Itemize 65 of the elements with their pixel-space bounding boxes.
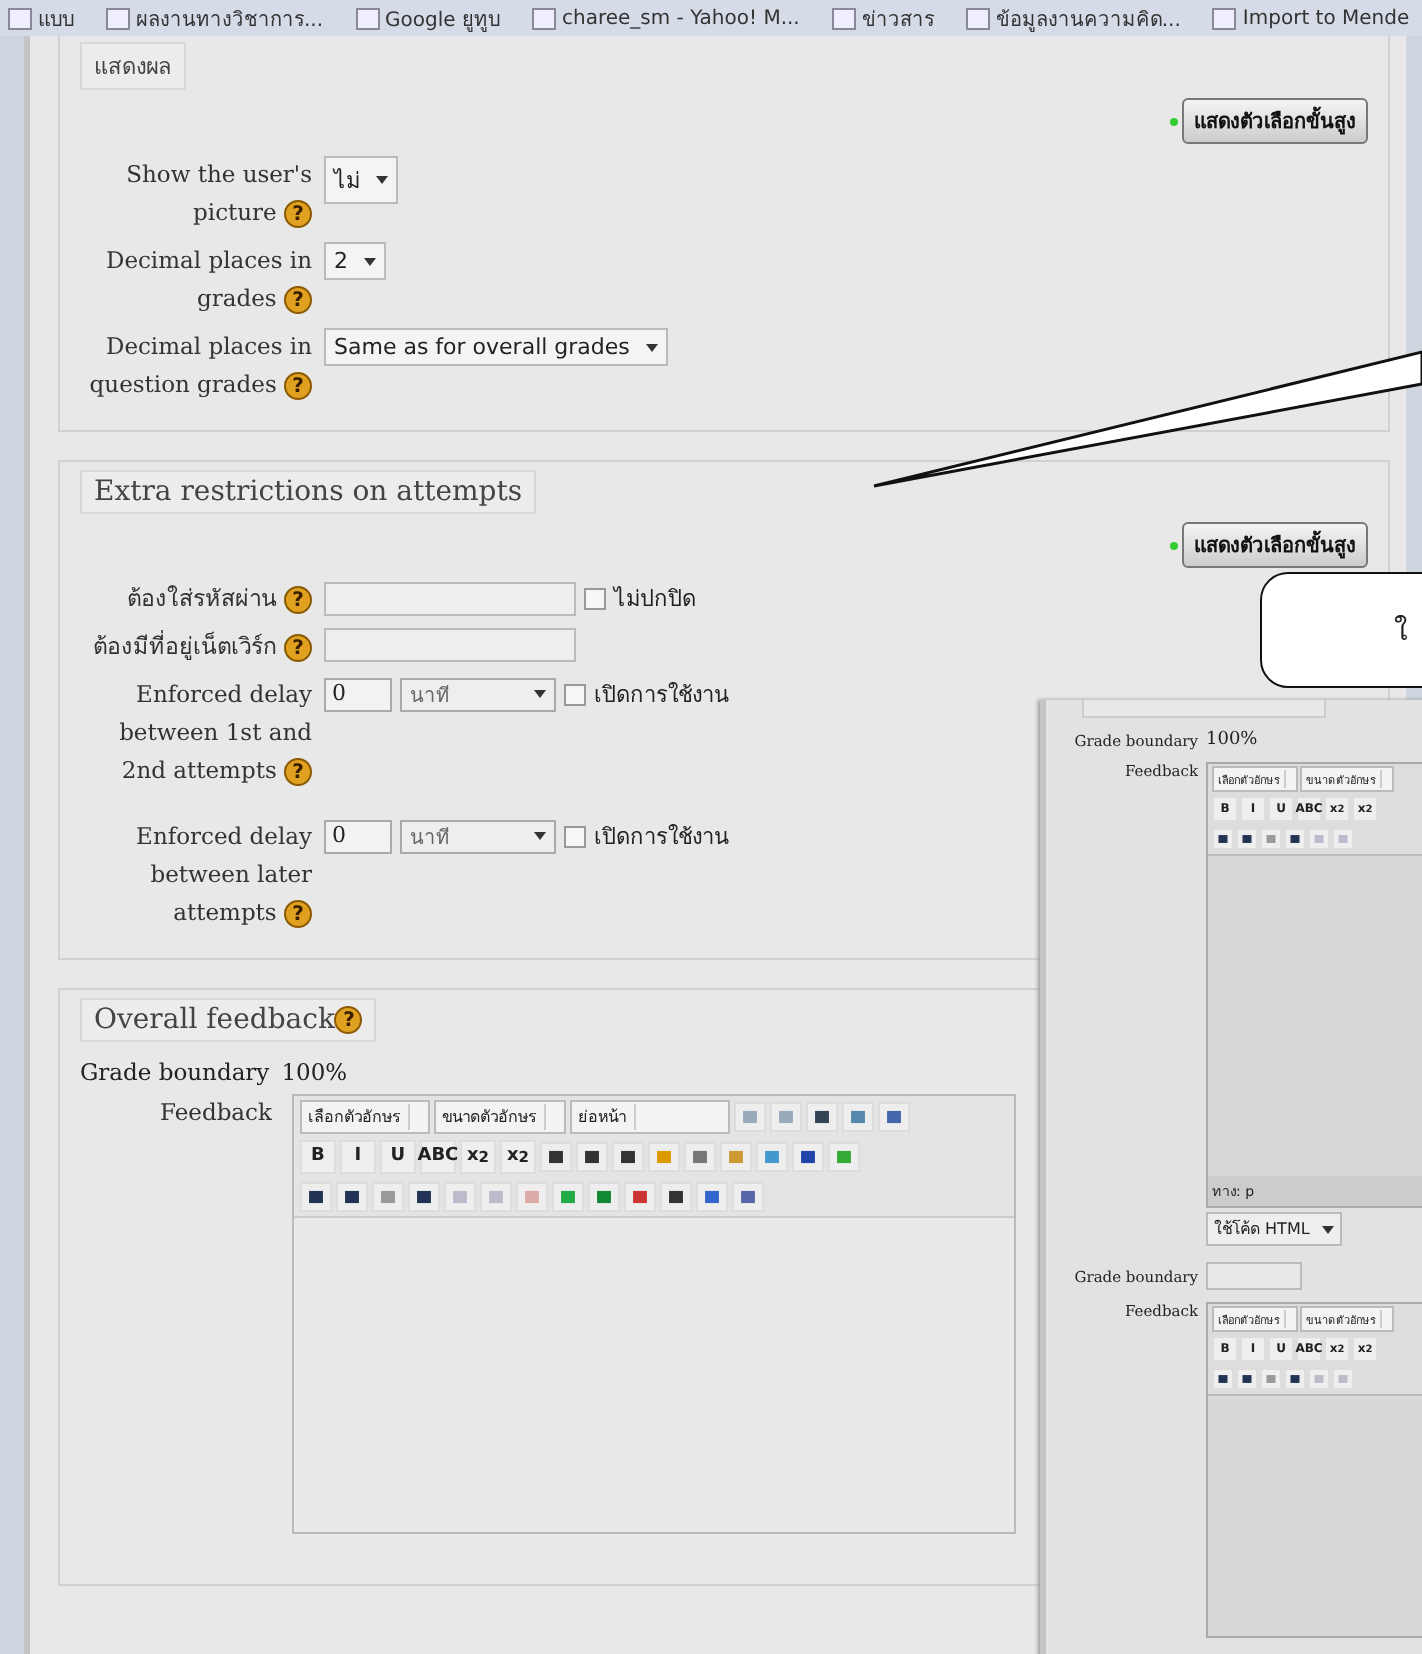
format-button[interactable]: I bbox=[339, 1139, 376, 1173]
checkbox[interactable] bbox=[564, 825, 586, 847]
checkbox[interactable] bbox=[584, 587, 606, 609]
bookmark-icon[interactable] bbox=[965, 7, 990, 29]
field-label: Grade boundary bbox=[80, 1058, 270, 1086]
checkbox[interactable] bbox=[564, 683, 586, 705]
help-icon[interactable]: ? bbox=[284, 758, 312, 787]
bookmark-link[interactable]: ข่าวสาร bbox=[861, 3, 934, 33]
bookmark-link[interactable]: แบบ bbox=[38, 3, 74, 33]
format-button[interactable]: U bbox=[379, 1139, 416, 1173]
number-field[interactable]: 0 bbox=[324, 819, 392, 853]
grade-value: 100% bbox=[1206, 730, 1260, 750]
field-label: Show the user's picture ? bbox=[124, 158, 312, 232]
field-label: Feedback bbox=[160, 1096, 272, 1130]
format-button[interactable]: ABC bbox=[419, 1139, 456, 1173]
input-field[interactable] bbox=[324, 581, 576, 615]
format-button[interactable]: B bbox=[299, 1139, 336, 1173]
bookmark-icon[interactable] bbox=[355, 7, 380, 29]
select-dropdown[interactable]: ไม่ bbox=[324, 156, 398, 204]
advanced-options-button[interactable]: แสดงตัวเลือกขั้นสูง bbox=[1182, 98, 1368, 144]
input-field[interactable] bbox=[324, 628, 576, 662]
bookmark-link[interactable]: charee_sm - Yahoo! M... bbox=[562, 7, 800, 29]
input-field[interactable] bbox=[1206, 1262, 1302, 1290]
field-label: Decimal places in question grades ? bbox=[87, 330, 312, 404]
field-label: Enforced delay between later attempts ? bbox=[134, 820, 312, 932]
help-icon[interactable]: ? bbox=[334, 1006, 363, 1035]
bookmark-link[interactable]: Import to Mende bbox=[1242, 7, 1410, 29]
required-mark bbox=[1170, 117, 1178, 125]
field-label: Enforced delay between 1st and 2nd attempts ? bbox=[117, 678, 312, 790]
bookmark-icon[interactable] bbox=[1212, 7, 1237, 29]
help-icon[interactable]: ? bbox=[284, 286, 312, 315]
bookmark-link[interactable]: ผลงานทางวิชาการ... bbox=[136, 3, 324, 33]
section-legend: Overall feedback ? bbox=[80, 998, 377, 1042]
help-icon[interactable]: ? bbox=[284, 200, 312, 229]
field-label: ต้องใส่รหัสผ่าน ? bbox=[80, 580, 312, 618]
bookmark-link[interactable]: ข้อมูลงานความคิด... bbox=[995, 3, 1181, 33]
callout-bubble: ใ bbox=[1260, 572, 1422, 688]
bookmark-icon[interactable] bbox=[532, 7, 556, 29]
format-dropdown[interactable]: ใช้โค้ด HTML bbox=[1206, 1212, 1342, 1246]
select-dropdown[interactable]: 2 bbox=[324, 242, 386, 280]
editor-dropdown[interactable]: ขนาดตัวอักษร bbox=[433, 1099, 566, 1133]
bookmark-link[interactable]: Google ยูทูบ bbox=[385, 3, 500, 33]
checkbox-label: เปิดการใช้งาน bbox=[594, 822, 730, 854]
help-icon[interactable]: ? bbox=[284, 586, 312, 615]
editor-dropdown[interactable]: ย่อหน้า bbox=[569, 1099, 730, 1133]
bookmark-icon[interactable] bbox=[8, 7, 32, 29]
editor-dropdown[interactable]: เลือกตัวอักษร bbox=[299, 1099, 430, 1133]
help-icon[interactable]: ? bbox=[284, 634, 312, 663]
bookmark-icon[interactable] bbox=[106, 7, 130, 29]
number-field[interactable]: 0 bbox=[324, 677, 392, 711]
bookmark-icon[interactable] bbox=[831, 7, 856, 29]
section-legend: แสดงผล bbox=[80, 42, 186, 90]
advanced-options-button[interactable]: แสดงตัวเลือกขั้นสูง bbox=[1182, 522, 1368, 568]
select-dropdown[interactable]: Same as for overall grades bbox=[324, 328, 668, 366]
field-label: Decimal places in grades ? bbox=[103, 244, 312, 318]
unit-dropdown[interactable]: นาที bbox=[400, 677, 556, 711]
section-legend: Extra restrictions on attempts bbox=[80, 470, 537, 514]
checkbox-label: ไม่ปกปิด bbox=[614, 584, 696, 616]
help-icon[interactable]: ? bbox=[284, 372, 312, 401]
grade-value: 100% bbox=[281, 1058, 348, 1086]
help-icon[interactable]: ? bbox=[284, 900, 312, 929]
unit-dropdown[interactable]: นาที bbox=[400, 819, 556, 853]
field-label: ต้องมีที่อยู่เน็ตเวิร์ก ? bbox=[80, 628, 312, 666]
required-mark bbox=[1170, 541, 1178, 549]
checkbox-label: เปิดการใช้งาน bbox=[594, 680, 730, 712]
